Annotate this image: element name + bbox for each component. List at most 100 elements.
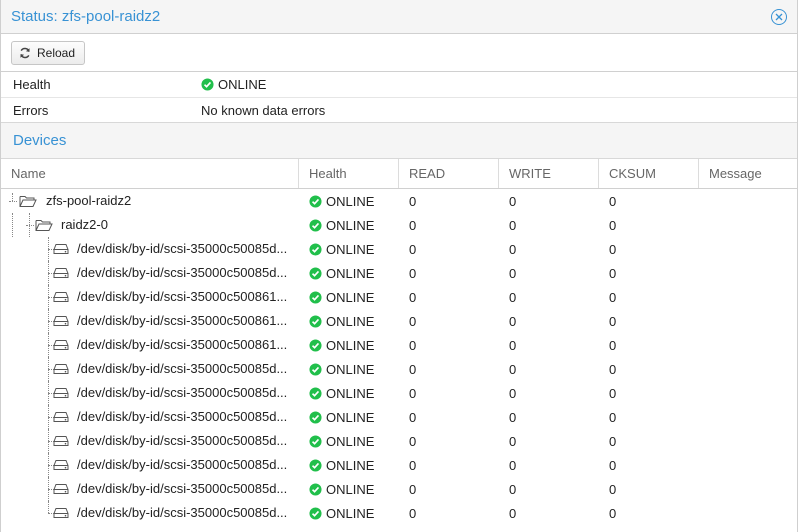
reload-button[interactable]: Reload [11,40,86,65]
device-health: ONLINE [326,289,375,305]
check-circle-icon [309,362,322,376]
device-name-cell: zfs-pool-raidz2 [1,189,299,213]
tree-row[interactable]: /dev/disk/by-id/scsi-35000c50085d... ONLI… [1,429,797,453]
hard-disk-icon [53,243,69,255]
device-health: ONLINE [326,337,375,353]
device-write-errors: 0 [509,289,517,305]
device-name: /dev/disk/by-id/scsi-35000c50085d... [77,385,288,400]
device-write-errors: 0 [509,337,517,353]
device-cksum-errors: 0 [609,217,617,233]
device-name: /dev/disk/by-id/scsi-35000c50085d... [77,505,288,520]
folder-open-icon[interactable] [19,194,37,208]
device-write-errors: 0 [509,457,517,473]
device-name-cell: /dev/disk/by-id/scsi-35000c50085d... [1,453,299,477]
tree-row[interactable]: /dev/disk/by-id/scsi-35000c500861... ONLI… [1,285,797,309]
errors-value: No known data errors [201,102,326,118]
device-message [699,309,797,333]
hard-disk-icon [53,483,69,495]
device-message [699,477,797,501]
hard-disk-icon [53,339,69,351]
tree-row[interactable]: /dev/disk/by-id/scsi-35000c50085d... ONLI… [1,405,797,429]
device-cksum-errors: 0 [609,241,617,257]
check-circle-icon [309,242,322,256]
tree-row[interactable]: /dev/disk/by-id/scsi-35000c50085d... ONLI… [1,381,797,405]
device-read-errors: 0 [409,193,417,209]
device-health: ONLINE [326,457,375,473]
tree-row[interactable]: zfs-pool-raidz2 ONLINE 0 0 0 [1,189,797,213]
tree-row[interactable]: /dev/disk/by-id/scsi-35000c500861... ONLI… [1,309,797,333]
folder-open-icon[interactable] [35,218,53,232]
check-circle-icon [309,482,322,496]
device-message [699,453,797,477]
close-icon [775,13,783,20]
window-title: Status: zfs-pool-raidz2 [11,8,161,25]
column-header-write[interactable]: WRITE [499,159,599,188]
device-cksum-errors: 0 [609,505,617,521]
tree-row[interactable]: /dev/disk/by-id/scsi-35000c500861... ONLI… [1,333,797,357]
device-read-errors: 0 [409,433,417,449]
check-circle-icon [309,290,322,304]
column-header-health[interactable]: Health [299,159,399,188]
device-name: /dev/disk/by-id/scsi-35000c500861... [77,337,288,352]
device-health-cell: ONLINE [299,429,399,453]
device-write-errors: 0 [509,505,517,521]
device-name-cell: raidz2-0 [1,213,299,237]
device-name-cell: /dev/disk/by-id/scsi-35000c50085d... [1,405,299,429]
device-cksum-errors: 0 [609,409,617,425]
close-button[interactable] [771,8,787,25]
tree-row[interactable]: /dev/disk/by-id/scsi-35000c50085d... ONLI… [1,357,797,381]
device-name: /dev/disk/by-id/scsi-35000c50085d... [77,433,288,448]
device-health: ONLINE [326,193,375,209]
health-value: ONLINE [201,77,266,92]
health-row: Health ONLINE [1,72,797,97]
tree-connector [48,501,49,513]
tree-row[interactable]: raidz2-0 ONLINE 0 0 0 [1,213,797,237]
device-message [699,501,797,525]
device-name-cell: /dev/disk/by-id/scsi-35000c50085d... [1,357,299,381]
device-message [699,429,797,453]
tree-row[interactable]: /dev/disk/by-id/scsi-35000c50085d... ONLI… [1,261,797,285]
device-message [699,381,797,405]
tree-connector [12,193,13,201]
hard-disk-icon [53,507,69,519]
hard-disk-icon [53,387,69,399]
device-name: zfs-pool-raidz2 [46,193,132,208]
health-label: Health [13,77,51,92]
device-health: ONLINE [326,505,375,521]
device-health: ONLINE [326,241,375,257]
device-name: /dev/disk/by-id/scsi-35000c50085d... [77,481,288,496]
device-name-cell: /dev/disk/by-id/scsi-35000c500861... [1,285,299,309]
device-message [699,357,797,381]
device-health: ONLINE [326,385,375,401]
column-header-read[interactable]: READ [399,159,499,188]
device-read-errors: 0 [409,481,417,497]
device-health-cell: ONLINE [299,309,399,333]
zfs-status-window: Status: zfs-pool-raidz2 Reload Health ON… [0,0,798,532]
check-circle-icon [309,314,322,328]
device-health: ONLINE [326,481,375,497]
column-header-name[interactable]: Name [1,159,299,188]
device-read-errors: 0 [409,409,417,425]
device-read-errors: 0 [409,313,417,329]
check-circle-icon [309,218,322,232]
device-name-cell: /dev/disk/by-id/scsi-35000c500861... [1,309,299,333]
device-name: /dev/disk/by-id/scsi-35000c500861... [77,289,288,304]
device-cksum-errors: 0 [609,361,617,377]
device-name-cell: /dev/disk/by-id/scsi-35000c50085d... [1,477,299,501]
device-message [699,213,797,237]
hard-disk-icon [53,291,69,303]
device-write-errors: 0 [509,313,517,329]
check-circle-icon [309,434,322,448]
tree-row[interactable]: /dev/disk/by-id/scsi-35000c50085d... ONLI… [1,237,797,261]
check-circle-icon [309,506,322,520]
column-header-cksum[interactable]: CKSUM [599,159,699,188]
tree-row[interactable]: /dev/disk/by-id/scsi-35000c50085d... ONLI… [1,501,797,525]
tree-row[interactable]: /dev/disk/by-id/scsi-35000c50085d... ONLI… [1,477,797,501]
check-circle-icon [309,386,322,400]
device-health-cell: ONLINE [299,333,399,357]
device-health-cell: ONLINE [299,477,399,501]
device-name: /dev/disk/by-id/scsi-35000c50085d... [77,241,288,256]
device-read-errors: 0 [409,385,417,401]
tree-row[interactable]: /dev/disk/by-id/scsi-35000c50085d... ONLI… [1,453,797,477]
column-header-message[interactable]: Message [699,159,797,188]
